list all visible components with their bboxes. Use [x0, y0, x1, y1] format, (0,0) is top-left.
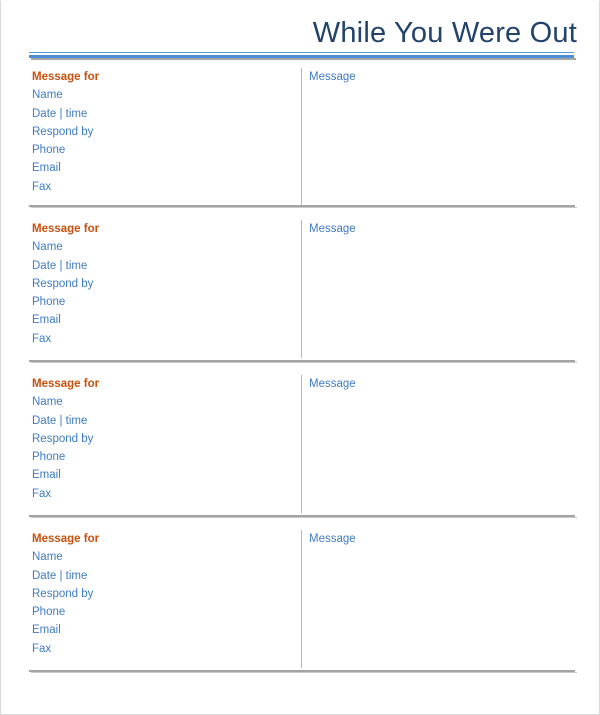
field-label-email[interactable]: Email — [32, 311, 282, 329]
field-label-date-time[interactable]: Date | time — [32, 257, 282, 275]
document-page: While You Were Out Message for Name Date… — [0, 0, 600, 715]
field-label-email[interactable]: Email — [32, 466, 282, 484]
message-area-1[interactable]: Message — [309, 68, 356, 86]
message-block-2: Message for Name Date | time Respond by … — [1, 220, 600, 358]
field-label-respond-by[interactable]: Respond by — [32, 430, 282, 448]
field-label-date-time[interactable]: Date | time — [32, 412, 282, 430]
message-block-3: Message for Name Date | time Respond by … — [1, 375, 600, 513]
field-label-respond-by[interactable]: Respond by — [32, 123, 282, 141]
block-divider-1 — [29, 205, 577, 208]
message-label: Message — [309, 378, 356, 390]
column-divider-4 — [301, 530, 302, 668]
field-label-fax[interactable]: Fax — [32, 178, 282, 196]
field-label-phone[interactable]: Phone — [32, 603, 282, 621]
block-divider-shadow — [31, 207, 577, 208]
block-divider-shadow — [31, 672, 577, 673]
field-label-fax[interactable]: Fax — [32, 640, 282, 658]
block-divider-shadow — [31, 517, 577, 518]
field-label-phone[interactable]: Phone — [32, 448, 282, 466]
block-divider-4 — [29, 670, 577, 673]
field-label-list-2: Message for Name Date | time Respond by … — [32, 220, 282, 348]
field-label-name[interactable]: Name — [32, 238, 282, 256]
message-label: Message — [309, 71, 356, 83]
field-label-list-1: Message for Name Date | time Respond by … — [32, 68, 282, 196]
page-title: While You Were Out — [312, 17, 577, 49]
field-label-list-3: Message for Name Date | time Respond by … — [32, 375, 282, 503]
field-label-name[interactable]: Name — [32, 548, 282, 566]
field-label-fax[interactable]: Fax — [32, 330, 282, 348]
field-label-date-time[interactable]: Date | time — [32, 105, 282, 123]
field-label-phone[interactable]: Phone — [32, 141, 282, 159]
header-rule-shadow — [31, 58, 576, 60]
field-label-message-for[interactable]: Message for — [32, 530, 282, 548]
column-divider-3 — [301, 375, 302, 513]
header-rule-group — [29, 52, 576, 61]
column-divider-1 — [301, 68, 302, 206]
message-area-4[interactable]: Message — [309, 530, 356, 548]
field-label-message-for[interactable]: Message for — [32, 68, 282, 86]
message-area-2[interactable]: Message — [309, 220, 356, 238]
message-block-4: Message for Name Date | time Respond by … — [1, 530, 600, 668]
block-divider-shadow — [31, 362, 577, 363]
message-area-3[interactable]: Message — [309, 375, 356, 393]
field-label-message-for[interactable]: Message for — [32, 375, 282, 393]
field-label-email[interactable]: Email — [32, 621, 282, 639]
field-label-fax[interactable]: Fax — [32, 485, 282, 503]
field-label-email[interactable]: Email — [32, 159, 282, 177]
field-label-message-for[interactable]: Message for — [32, 220, 282, 238]
message-label: Message — [309, 223, 356, 235]
block-divider-3 — [29, 515, 577, 518]
field-label-name[interactable]: Name — [32, 393, 282, 411]
field-label-phone[interactable]: Phone — [32, 293, 282, 311]
field-label-respond-by[interactable]: Respond by — [32, 275, 282, 293]
message-block-1: Message for Name Date | time Respond by … — [1, 68, 600, 206]
message-label: Message — [309, 533, 356, 545]
field-label-respond-by[interactable]: Respond by — [32, 585, 282, 603]
block-divider-2 — [29, 360, 577, 363]
field-label-date-time[interactable]: Date | time — [32, 567, 282, 585]
header-rule-thin — [29, 52, 574, 53]
document-header: While You Were Out — [1, 1, 600, 60]
column-divider-2 — [301, 220, 302, 358]
field-label-list-4: Message for Name Date | time Respond by … — [32, 530, 282, 658]
field-label-name[interactable]: Name — [32, 86, 282, 104]
